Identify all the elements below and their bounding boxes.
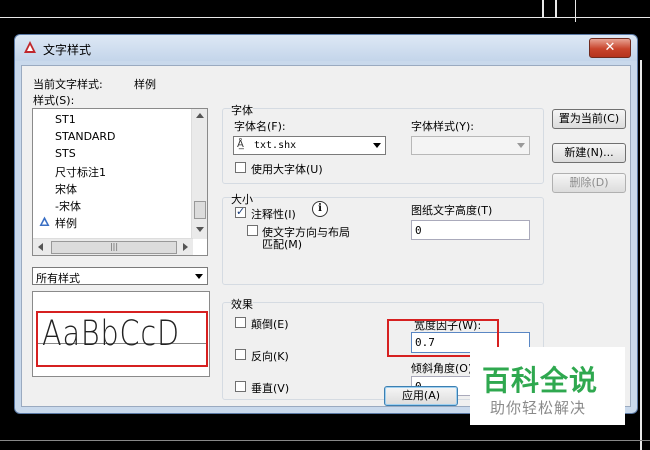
list-item[interactable]: ST1 xyxy=(55,113,76,126)
vertical-label: 垂直(V) xyxy=(251,382,290,395)
watermark-title: 百科全说 xyxy=(482,364,599,397)
chevron-down-icon xyxy=(517,143,525,148)
oblique-angle-label: 倾斜角度(O): xyxy=(411,362,476,375)
style-filter-dropdown[interactable]: 所有样式 xyxy=(32,267,208,285)
scrollbar-thumb[interactable] xyxy=(194,201,206,219)
use-big-font-checkbox[interactable] xyxy=(235,162,246,173)
upside-down-checkbox[interactable] xyxy=(235,317,246,328)
font-name-dropdown[interactable]: Å̲ txt.shx xyxy=(233,136,386,155)
current-style-value: 样例 xyxy=(134,78,156,91)
autocad-app-icon xyxy=(24,41,36,53)
cad-line xyxy=(542,0,544,18)
apply-button[interactable]: 应用(A) xyxy=(384,386,458,406)
annotative-style-icon xyxy=(39,216,50,226)
close-button[interactable]: ✕ xyxy=(589,38,631,58)
chevron-down-icon xyxy=(373,143,381,148)
font-name-label: 字体名(F): xyxy=(234,120,286,133)
paper-height-label: 图纸文字高度(T) xyxy=(411,204,493,217)
list-item-selected[interactable]: 样例 xyxy=(55,215,77,231)
font-group-label: 字体 xyxy=(231,102,253,118)
scroll-right-arrow-icon[interactable] xyxy=(183,243,188,251)
style-filter-value: 所有样式 xyxy=(36,272,80,285)
font-style-label: 字体样式(Y): xyxy=(411,120,475,133)
preview-highlight-box xyxy=(36,311,208,367)
backwards-label: 反向(K) xyxy=(251,350,289,363)
annotative-checkbox[interactable] xyxy=(235,205,246,218)
chevron-down-icon xyxy=(195,274,203,279)
title-bar[interactable]: 文字样式 ✕ xyxy=(15,35,637,61)
font-style-dropdown[interactable] xyxy=(411,136,530,155)
upside-down-label: 颠倒(E) xyxy=(251,318,289,331)
vertical-checkbox[interactable] xyxy=(235,381,246,392)
list-item[interactable]: 尺寸标注1 xyxy=(55,164,106,180)
window-title: 文字样式 xyxy=(43,43,92,57)
list-horizontal-scrollbar[interactable]: ||| xyxy=(33,238,193,255)
cad-line xyxy=(640,60,642,450)
styles-label: 样式(S): xyxy=(33,94,75,107)
scroll-up-arrow-icon[interactable] xyxy=(196,113,204,118)
list-item[interactable]: STANDARD xyxy=(55,130,116,143)
paper-height-input[interactable]: 0 xyxy=(411,220,530,240)
cad-line xyxy=(0,440,650,441)
list-vertical-scrollbar[interactable] xyxy=(191,109,207,239)
cad-line xyxy=(555,0,557,18)
use-big-font-label: 使用大字体(U) xyxy=(251,163,323,176)
effects-group-label: 效果 xyxy=(231,296,253,312)
list-item[interactable]: STS xyxy=(55,147,76,160)
scroll-left-arrow-icon[interactable] xyxy=(38,243,43,251)
current-style-label: 当前文字样式: xyxy=(33,78,103,91)
delete-style-button[interactable]: 删除(D) xyxy=(552,173,626,193)
scroll-down-arrow-icon[interactable] xyxy=(196,227,204,232)
shx-font-icon: Å̲ xyxy=(237,139,244,150)
scrollbar-thumb[interactable]: ||| xyxy=(51,241,177,254)
cad-line xyxy=(0,17,650,18)
watermark: 百科全说 助你轻松解决 xyxy=(470,347,625,425)
style-list[interactable]: ST1 STANDARD STS 尺寸标注1 宋体 -宋体 样例 ||| xyxy=(32,108,208,256)
list-item[interactable]: -宋体 xyxy=(55,198,81,214)
new-style-button[interactable]: 新建(N)... xyxy=(552,143,626,163)
set-current-button[interactable]: 置为当前(C) xyxy=(552,109,626,129)
font-name-value: txt.shx xyxy=(254,140,297,151)
match-layout-checkbox[interactable] xyxy=(247,225,258,236)
backwards-checkbox[interactable] xyxy=(235,349,246,360)
list-item[interactable]: 宋体 xyxy=(55,181,77,197)
info-icon[interactable]: i xyxy=(312,201,328,217)
match-layout-label-2: 匹配(M) xyxy=(262,238,303,251)
cad-line xyxy=(575,0,576,22)
annotative-label: 注释性(I) xyxy=(251,208,296,221)
watermark-subtitle: 助你轻松解决 xyxy=(490,399,587,417)
